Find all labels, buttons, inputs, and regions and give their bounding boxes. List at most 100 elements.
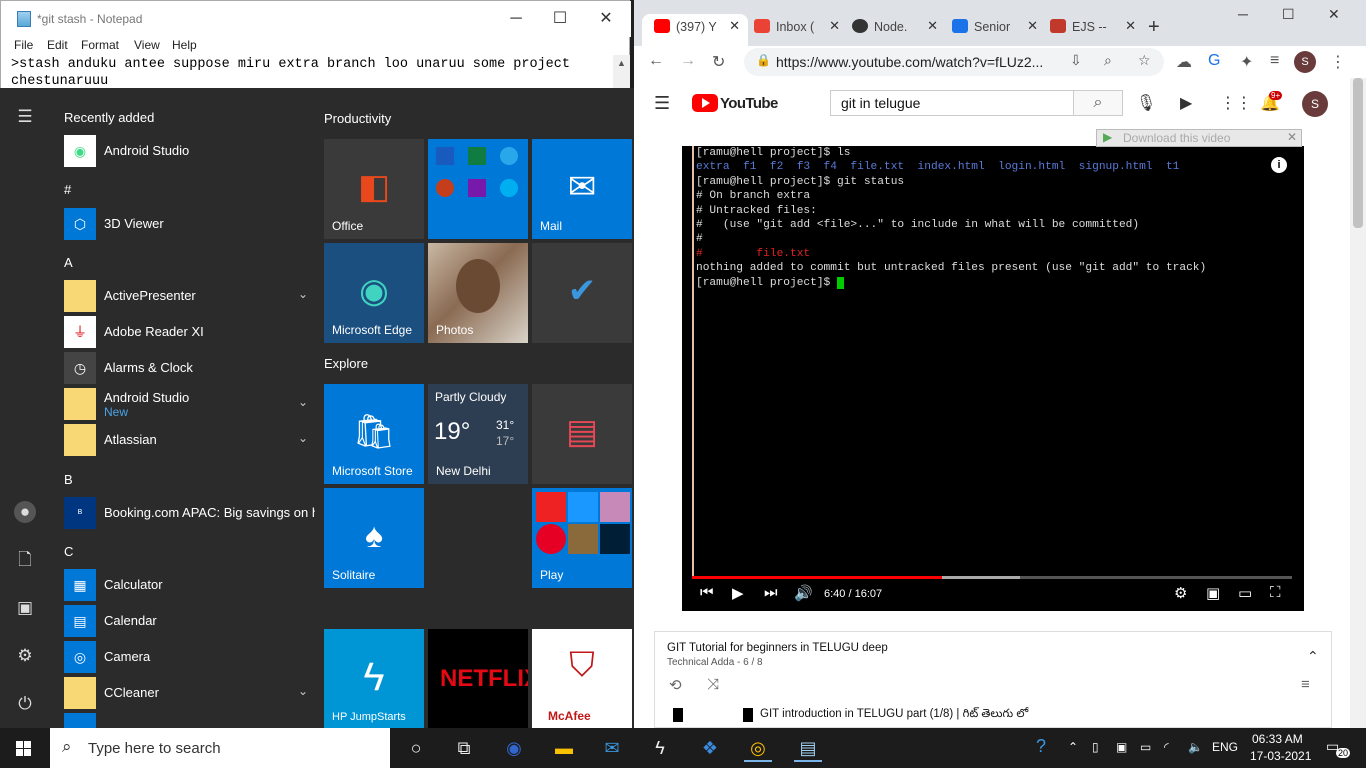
close-tab-icon[interactable]: ✕ <box>1125 18 1136 34</box>
volume-icon[interactable]: 🔊 <box>794 584 813 602</box>
tile-hp-jumpstarts[interactable]: ϟ HP JumpStarts <box>324 629 424 728</box>
reload-icon[interactable]: ↻ <box>712 52 725 72</box>
close-icon[interactable]: ✕ <box>583 7 629 33</box>
windows-start-icon[interactable] <box>0 728 48 768</box>
settings-icon[interactable]: ⚙ <box>14 645 36 667</box>
section-hash[interactable]: # <box>64 182 71 197</box>
extensions-icon[interactable]: ✦ <box>1240 52 1253 72</box>
tile-store[interactable]: 🛍 Microsoft Store <box>324 384 424 484</box>
tab-senior[interactable]: Senior ✕ <box>940 14 1046 46</box>
tab-youtube[interactable]: (397) Y ✕ <box>642 14 748 46</box>
zoom-icon[interactable]: ⌕ <box>1104 52 1112 69</box>
notepad-icon[interactable]: ▤ <box>794 734 822 762</box>
tab-gmail[interactable]: Inbox ( ✕ <box>742 14 848 46</box>
tile-news[interactable]: ▤ <box>532 384 632 484</box>
group-productivity[interactable]: Productivity <box>324 111 391 126</box>
bookmark-star-icon[interactable]: ☆ <box>1138 52 1151 69</box>
fullscreen-icon[interactable]: ⛶ <box>1270 584 1281 601</box>
maximize-icon[interactable]: ☐ <box>537 7 583 33</box>
language-indicator[interactable]: ENG <box>1212 740 1238 754</box>
youtube-search-input[interactable]: git in telugue <box>830 90 1074 116</box>
menu-format[interactable]: Format <box>81 38 119 52</box>
playlist-subtitle[interactable]: Technical Adda - 6 / 8 <box>667 657 763 668</box>
app-calculator[interactable]: ▦ Calculator <box>64 568 314 602</box>
tile-mail[interactable]: ✉ Mail <box>532 139 632 239</box>
minimize-icon[interactable]: ─ <box>493 7 539 33</box>
pictures-icon[interactable]: ▣ <box>14 597 36 619</box>
tile-office-apps[interactable] <box>428 139 528 239</box>
tile-edge[interactable]: ◉ Microsoft Edge <box>324 243 424 343</box>
group-explore[interactable]: Explore <box>324 356 368 371</box>
app-partial[interactable] <box>64 712 314 728</box>
close-tab-icon[interactable]: ✕ <box>829 18 840 34</box>
app-atlassian[interactable]: Atlassian ⌄ <box>64 423 314 457</box>
task-view-icon[interactable]: ⧉ <box>450 734 478 762</box>
chevron-up-icon[interactable]: ⌃ <box>1068 740 1078 754</box>
youtube-avatar[interactable]: S <box>1302 91 1328 117</box>
menu-file[interactable]: File <box>14 38 33 52</box>
menu-kebab-icon[interactable]: ⋮ <box>1330 52 1346 72</box>
clock-date[interactable]: 17-03-2021 <box>1250 749 1311 763</box>
cortana-icon[interactable]: ○ <box>402 734 430 762</box>
new-tab-icon[interactable]: + <box>1148 16 1160 39</box>
loop-icon[interactable]: ⟲ <box>669 676 682 694</box>
tile-mcafee[interactable]: ⛉ McAfee <box>532 629 632 728</box>
app-alarms-clock[interactable]: ◷ Alarms & Clock <box>64 351 314 385</box>
previous-icon[interactable]: ⏮ <box>700 584 714 601</box>
power-icon[interactable]: ⏻ <box>14 693 36 715</box>
theater-icon[interactable]: ▭ <box>1238 584 1252 602</box>
tray-device-icon[interactable]: ▯ <box>1092 740 1099 754</box>
chevron-down-icon[interactable]: ⌄ <box>298 431 308 445</box>
next-icon[interactable]: ⏭ <box>764 584 778 601</box>
app-activepresenter[interactable]: ActivePresenter ⌄ <box>64 279 314 313</box>
address-bar[interactable]: 🔒 https://www.youtube.com/watch?v=fLUz2.… <box>744 48 1164 76</box>
search-icon[interactable]: ⌕ <box>1073 90 1123 116</box>
notepad-scrollbar[interactable]: ▲ <box>613 55 630 91</box>
battery-icon[interactable]: ▭ <box>1140 740 1151 754</box>
section-c[interactable]: C <box>64 544 73 559</box>
close-icon[interactable]: ✕ <box>1328 6 1340 23</box>
app-camera[interactable]: ◎ Camera <box>64 640 314 674</box>
dropbox-icon[interactable]: ❖ <box>696 734 724 762</box>
app-booking[interactable]: B Booking.com APAC: Big savings on h... <box>64 496 315 530</box>
back-icon[interactable]: ← <box>648 52 664 70</box>
tile-photos[interactable]: Photos <box>428 243 528 343</box>
translate-icon[interactable]: G <box>1208 52 1220 70</box>
file-explorer-icon[interactable]: ▬ <box>550 734 578 762</box>
chevron-down-icon[interactable]: ⌄ <box>298 287 308 301</box>
playlist-menu-icon[interactable]: ≡ <box>1301 676 1310 693</box>
cloud-icon[interactable]: ☁ <box>1176 52 1192 72</box>
chevron-down-icon[interactable]: ⌄ <box>298 395 308 409</box>
close-tab-icon[interactable]: ✕ <box>927 18 938 34</box>
app-android-studio-recent[interactable]: ◉ Android Studio <box>64 134 314 168</box>
tile-solitaire[interactable]: ♠ Solitaire <box>324 488 424 588</box>
media-icon[interactable]: ≡ <box>1270 52 1279 70</box>
taskbar-search-input[interactable]: ⌕ Type here to search <box>50 728 390 768</box>
menu-edit[interactable]: Edit <box>47 38 68 52</box>
app-calendar[interactable]: ▤ Calendar <box>64 604 314 638</box>
menu-view[interactable]: View <box>134 38 160 52</box>
install-icon[interactable]: ⇩ <box>1070 52 1082 69</box>
close-icon[interactable]: ✕ <box>1287 130 1297 144</box>
maximize-icon[interactable]: ☐ <box>1282 6 1295 23</box>
documents-icon[interactable]: 🗋 <box>14 549 36 571</box>
menu-help[interactable]: Help <box>172 38 197 52</box>
app-3d-viewer[interactable]: ⬡ 3D Viewer <box>64 207 314 241</box>
app-list[interactable]: Recently added ◉ Android Studio # ⬡ 3D V… <box>50 88 315 728</box>
clock-time[interactable]: 06:33 AM <box>1252 732 1303 746</box>
play-icon[interactable]: ▶ <box>732 584 744 602</box>
tray-update-icon[interactable]: ▣ <box>1116 740 1127 754</box>
youtube-logo-text[interactable]: YouTube <box>720 95 778 112</box>
user-avatar-icon[interactable]: ● <box>14 501 36 523</box>
thumbnail[interactable] <box>743 708 753 722</box>
tile-play[interactable]: Play <box>532 488 632 588</box>
tab-ejs[interactable]: EJS -- ✕ <box>1038 14 1144 46</box>
tile-todo[interactable]: ✔ <box>532 243 632 343</box>
wifi-icon[interactable]: ◜ <box>1164 740 1169 754</box>
notepad-textarea[interactable]: >stash anduku antee suppose miru extra b… <box>11 56 611 90</box>
hamburger-icon[interactable]: ☰ <box>14 106 36 128</box>
close-tab-icon[interactable]: ✕ <box>1027 18 1038 34</box>
edge-icon[interactable]: ◉ <box>500 734 528 762</box>
hp-jumpstarts-icon[interactable]: ϟ <box>646 734 674 762</box>
app-android-studio[interactable]: Android Studio New ⌄ <box>64 387 314 421</box>
